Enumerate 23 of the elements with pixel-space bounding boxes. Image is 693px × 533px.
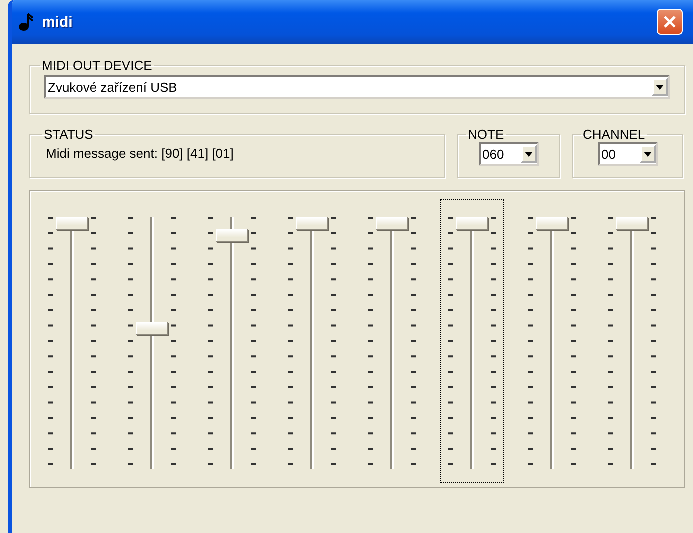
window-title: midi xyxy=(42,14,74,30)
channel-dropdown[interactable]: 00 xyxy=(598,142,658,166)
note-dropdown[interactable]: 060 xyxy=(478,142,538,166)
slider-thumb[interactable] xyxy=(56,217,88,230)
caret-icon xyxy=(644,152,652,156)
vertical-slider[interactable] xyxy=(440,199,504,483)
slider-thumb[interactable] xyxy=(376,217,408,230)
group-label: MIDI OUT DEVICE xyxy=(41,58,154,73)
device-dropdown[interactable]: Zvukové zařízení USB xyxy=(44,75,670,99)
slider-thumb[interactable] xyxy=(456,217,488,230)
caret-icon xyxy=(656,84,664,90)
slider-thumb[interactable] xyxy=(296,217,328,230)
slider-thumb[interactable] xyxy=(616,217,648,230)
group-label: STATUS xyxy=(43,127,94,142)
caret-icon xyxy=(524,152,532,156)
status-message: Midi message sent: [90] [41] [01] xyxy=(46,146,235,161)
close-button[interactable] xyxy=(657,9,683,35)
close-icon xyxy=(663,15,677,29)
slider-thumb[interactable] xyxy=(536,217,568,230)
slider-thumb[interactable] xyxy=(216,228,248,242)
group-label: NOTE xyxy=(467,127,506,142)
slider-thumb[interactable] xyxy=(136,322,168,336)
group-label: CHANNEL xyxy=(582,127,646,142)
